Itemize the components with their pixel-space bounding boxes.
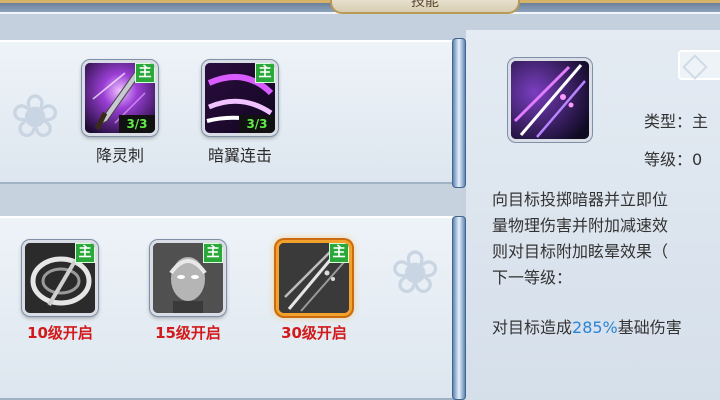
- skill-slot-level-30[interactable]: 主 30级开启: [266, 240, 362, 343]
- skill-slot-level-15[interactable]: 主 15级开启: [140, 240, 236, 343]
- skill-icon-frame-selected[interactable]: 主: [276, 240, 352, 316]
- skill-icon-frame[interactable]: 主 3/3: [82, 60, 158, 136]
- main-skill-badge: 主: [135, 63, 155, 83]
- main-skill-badge: 主: [329, 243, 349, 263]
- skill-description-line: 则对目标附加眩晕效果（: [492, 242, 669, 261]
- skill-icon-frame[interactable]: 主: [22, 240, 98, 316]
- skill-unlock-level: 15级开启: [155, 324, 221, 342]
- skill-slot-jiangling-ci[interactable]: 主 3/3 降灵刺: [72, 60, 168, 166]
- next-level-effect: 对目标造成285%基础伤害: [492, 314, 682, 338]
- main-skill-badge: 主: [203, 243, 223, 263]
- header-ornament-right: [520, 0, 720, 3]
- skill-icon-frame[interactable]: 主: [150, 240, 226, 316]
- skill-detail-panel: 类型：主 等级：0 向目标投掷暗器并立即位 量物理伤害并附加减速效 则对目标附加…: [466, 30, 720, 400]
- skill-description-line: 向目标投掷暗器并立即位: [492, 190, 669, 209]
- next-effect-suffix: 基础伤害: [617, 318, 682, 337]
- skill-name: 降灵刺: [95, 146, 144, 165]
- panel-divider: [0, 184, 462, 216]
- skill-level-count: 3/3: [119, 115, 155, 133]
- skill-unlock-level: 10级开启: [27, 324, 93, 342]
- detail-skill-icon: [508, 58, 592, 142]
- skill-level: 等级：0: [644, 150, 703, 169]
- skill-description-line: 量物理伤害并附加减速效: [492, 216, 669, 235]
- hidden-weapon-throw-icon: [511, 61, 589, 139]
- skill-unlock-level: 30级开启: [281, 324, 347, 342]
- scroll-rail-bottom[interactable]: [452, 216, 466, 400]
- next-effect-prefix: 对目标造成: [492, 318, 573, 337]
- main-skill-badge: 主: [75, 243, 95, 263]
- skill-slot-level-10[interactable]: 主 10级开启: [12, 240, 108, 343]
- swirl-ornament-icon: ❀: [390, 238, 441, 308]
- skill-name: 暗翼连击: [207, 146, 272, 165]
- next-level-heading: 下一等级：: [492, 268, 573, 287]
- skill-slot-anyi-lianji[interactable]: 主 3/3 暗翼连击: [192, 60, 288, 166]
- detail-corner-plate: [678, 50, 720, 80]
- skill-type: 类型：主: [644, 112, 709, 131]
- scroll-rail-top[interactable]: [452, 38, 466, 188]
- skill-level-count: 3/3: [239, 115, 275, 133]
- swirl-ornament-icon: ❀: [10, 82, 61, 152]
- next-effect-percent: 285%: [572, 318, 618, 337]
- skill-icon-frame[interactable]: 主 3/3: [202, 60, 278, 136]
- window-title: 技能: [330, 0, 520, 14]
- header-ornament-left: [0, 0, 330, 3]
- main-skill-badge: 主: [255, 63, 275, 83]
